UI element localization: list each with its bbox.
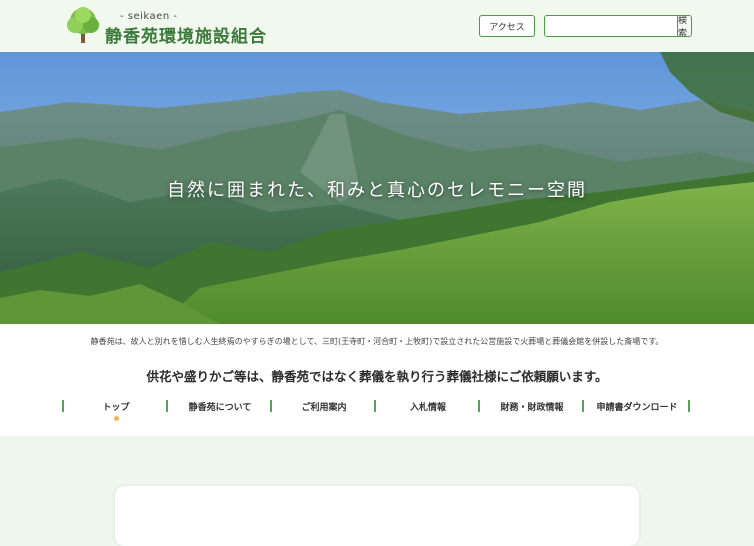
nav-item-label: トップ — [102, 403, 130, 413]
nav-item-label: ご利用案内 — [301, 403, 347, 413]
nav-item-label: 申請書ダウンロード — [596, 403, 678, 413]
search-input[interactable] — [545, 16, 677, 36]
intro-text: 静香苑は、故人と別れを惜しむ人生終焉のやすらぎの場として、三町(王寺町・河合町・… — [90, 337, 664, 346]
tree-icon[interactable] — [63, 6, 103, 46]
nav-item-label: 入札情報 — [409, 403, 446, 413]
site-header: - seikaen - 静香苑環境施設組合 アクセス 検索 — [0, 0, 754, 52]
nav-divider — [688, 400, 690, 412]
search-form: 検索 — [544, 15, 692, 37]
nav-item-guide[interactable]: ご利用案内 — [270, 400, 376, 413]
nav-item-bidding[interactable]: 入札情報 — [374, 400, 480, 413]
notice-heading: 供花や盛りかご等は、静香苑ではなく葬儀を執り行う葬儀社様にご依頼願います。 — [146, 369, 608, 384]
main-nav: トップ 静香苑について ご利用案内 入札情報 財務・財政情報 申請書ダウンロード — [62, 400, 692, 421]
search-button[interactable]: 検索 — [677, 16, 691, 36]
active-indicator — [114, 416, 119, 421]
hero-banner: 自然に囲まれた、和みと真心のセレモニー空間 — [0, 52, 754, 324]
main-content: 静香苑は、故人と別れを惜しむ人生終焉のやすらぎの場として、三町(王寺町・河合町・… — [0, 324, 754, 436]
nav-item-about[interactable]: 静香苑について — [166, 400, 272, 413]
nav-item-finance[interactable]: 財務・財政情報 — [478, 400, 584, 413]
hero-tagline: 自然に囲まれた、和みと真心のセレモニー空間 — [167, 180, 587, 201]
site-subtitle: - seikaen - — [120, 11, 178, 22]
content-card — [115, 486, 639, 546]
nav-item-label: 財務・財政情報 — [500, 403, 564, 413]
access-button[interactable]: アクセス — [479, 15, 535, 37]
nav-item-label: 静香苑について — [188, 403, 252, 413]
nav-item-download[interactable]: 申請書ダウンロード — [582, 400, 690, 413]
nav-item-top[interactable]: トップ — [62, 400, 168, 421]
site-title[interactable]: 静香苑環境施設組合 — [105, 22, 267, 47]
